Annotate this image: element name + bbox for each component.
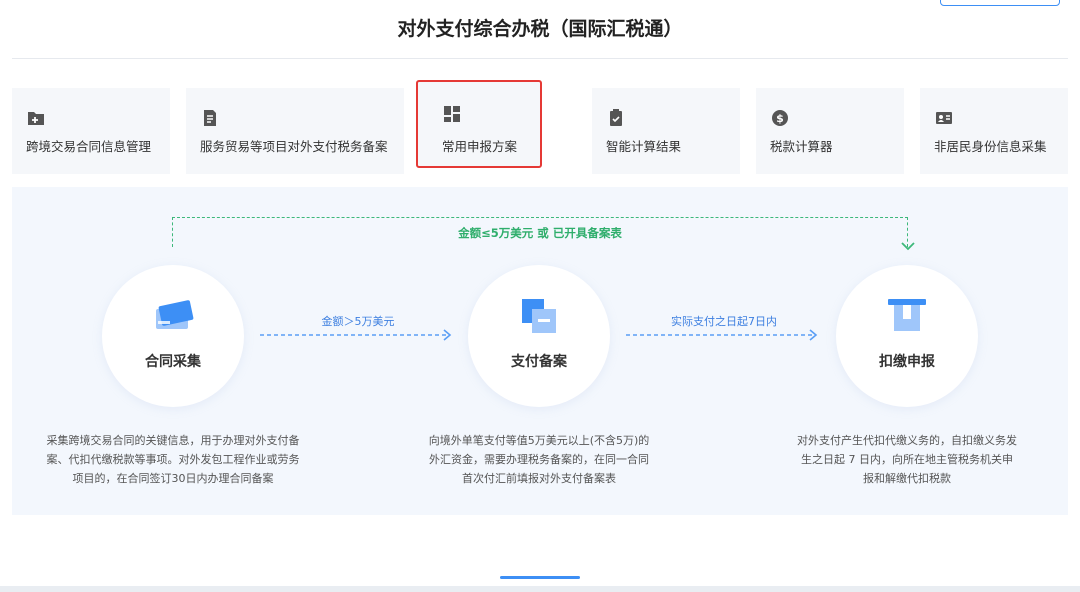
desc-line: 外汇资金，需要办理税务备案的，在同一合同 <box>429 453 649 466</box>
card-smart-calculation[interactable]: 智能计算结果 <box>592 88 740 174</box>
step-description: 向境外单笔支付等值5万美元以上(不含5万)的 外汇资金，需要办理税务备案的，在同… <box>404 431 674 488</box>
step-payment-record[interactable]: 支付备案 <box>468 265 610 407</box>
dollar-coin-icon: $ <box>772 110 788 126</box>
card-contract-management[interactable]: 跨境交易合同信息管理 <box>12 88 170 174</box>
title-divider <box>12 58 1068 59</box>
card-stack-icon <box>156 300 194 329</box>
step-description: 采集跨境交易合同的关键信息，用于办理对外支付备 案、代扣代缴税款等事项。对外发包… <box>38 431 308 488</box>
desc-line: 生之日起 7 日内，向所在地主管税务机关申 <box>801 453 1013 466</box>
svg-text:$: $ <box>776 112 784 125</box>
desc-line: 向境外单笔支付等值5万美元以上(不含5万)的 <box>428 434 650 447</box>
card-tax-filing-record[interactable]: 服务贸易等项目对外支付税务备案 <box>186 88 404 174</box>
document-icon <box>204 110 216 126</box>
step-description: 对外支付产生代扣代缴义务的，自扣缴义务发 生之日起 7 日内，向所在地主管税务机… <box>772 431 1042 488</box>
step-label: 支付备案 <box>511 354 567 370</box>
id-card-icon <box>936 112 952 124</box>
desc-line: 案、代扣代缴税款等事项。对外发包工程作业或劳务 <box>46 453 300 466</box>
desc-line: 对外支付产生代扣代缴义务的，自扣缴义务发 <box>797 434 1017 447</box>
card-label: 服务贸易等项目对外支付税务备案 <box>200 139 388 154</box>
card-label: 跨境交易合同信息管理 <box>26 139 152 154</box>
card-label: 税款计算器 <box>770 139 833 154</box>
page-title: 对外支付综合办税（国际汇税通） <box>397 18 683 40</box>
card-label: 常用申报方案 <box>442 139 518 154</box>
desc-line: 采集跨境交易合同的关键信息，用于办理对外支付备 <box>46 434 300 447</box>
desc-line: 报和解缴代扣税款 <box>863 472 951 485</box>
folder-add-icon <box>28 112 44 125</box>
footer-tab-indicator[interactable] <box>500 576 580 579</box>
footer-bar <box>0 586 1080 592</box>
grid-icon <box>444 106 460 122</box>
chevron-down-icon <box>901 242 915 251</box>
step-contract-collection[interactable]: 合同采集 <box>102 265 244 407</box>
right-arrow-icon <box>626 329 818 341</box>
card-tax-calculator[interactable]: $ 税款计算器 <box>756 88 904 174</box>
function-cards: 跨境交易合同信息管理 服务贸易等项目对外支付税务备案 常用申报方案 智能计算结果 <box>12 80 1068 174</box>
arrow-condition-label: 金额＞5万美元 <box>321 315 395 328</box>
right-arrow-icon <box>260 329 452 341</box>
desc-line: 首次付汇前填报对外支付备案表 <box>462 472 616 485</box>
step-withholding-declaration[interactable]: 扣缴申报 <box>836 265 978 407</box>
arrow-condition-label: 实际支付之日起7日内 <box>671 315 777 328</box>
card-common-filing-plan[interactable]: 常用申报方案 <box>416 80 542 168</box>
step-label: 合同采集 <box>145 354 201 370</box>
card-label: 非居民身份信息采集 <box>934 139 1047 154</box>
document-stack-icon <box>522 299 556 333</box>
card-label: 智能计算结果 <box>606 139 682 154</box>
top-tab-indicator[interactable] <box>940 0 1060 6</box>
top-condition-label: 金额≤5万美元 或 已开具备案表 <box>458 226 622 240</box>
card-nonresident-info[interactable]: 非居民身份信息采集 <box>920 88 1068 174</box>
step-label: 扣缴申报 <box>879 354 935 370</box>
process-flow: 金额≤5万美元 或 已开具备案表 合同采集 金额＞5万美元 支付备案 实际支付之… <box>12 187 1068 515</box>
clipboard-icon <box>610 109 622 126</box>
desc-line: 项目的，在合同签订30日内办理合同备案 <box>72 472 274 485</box>
receipt-icon <box>888 299 926 331</box>
